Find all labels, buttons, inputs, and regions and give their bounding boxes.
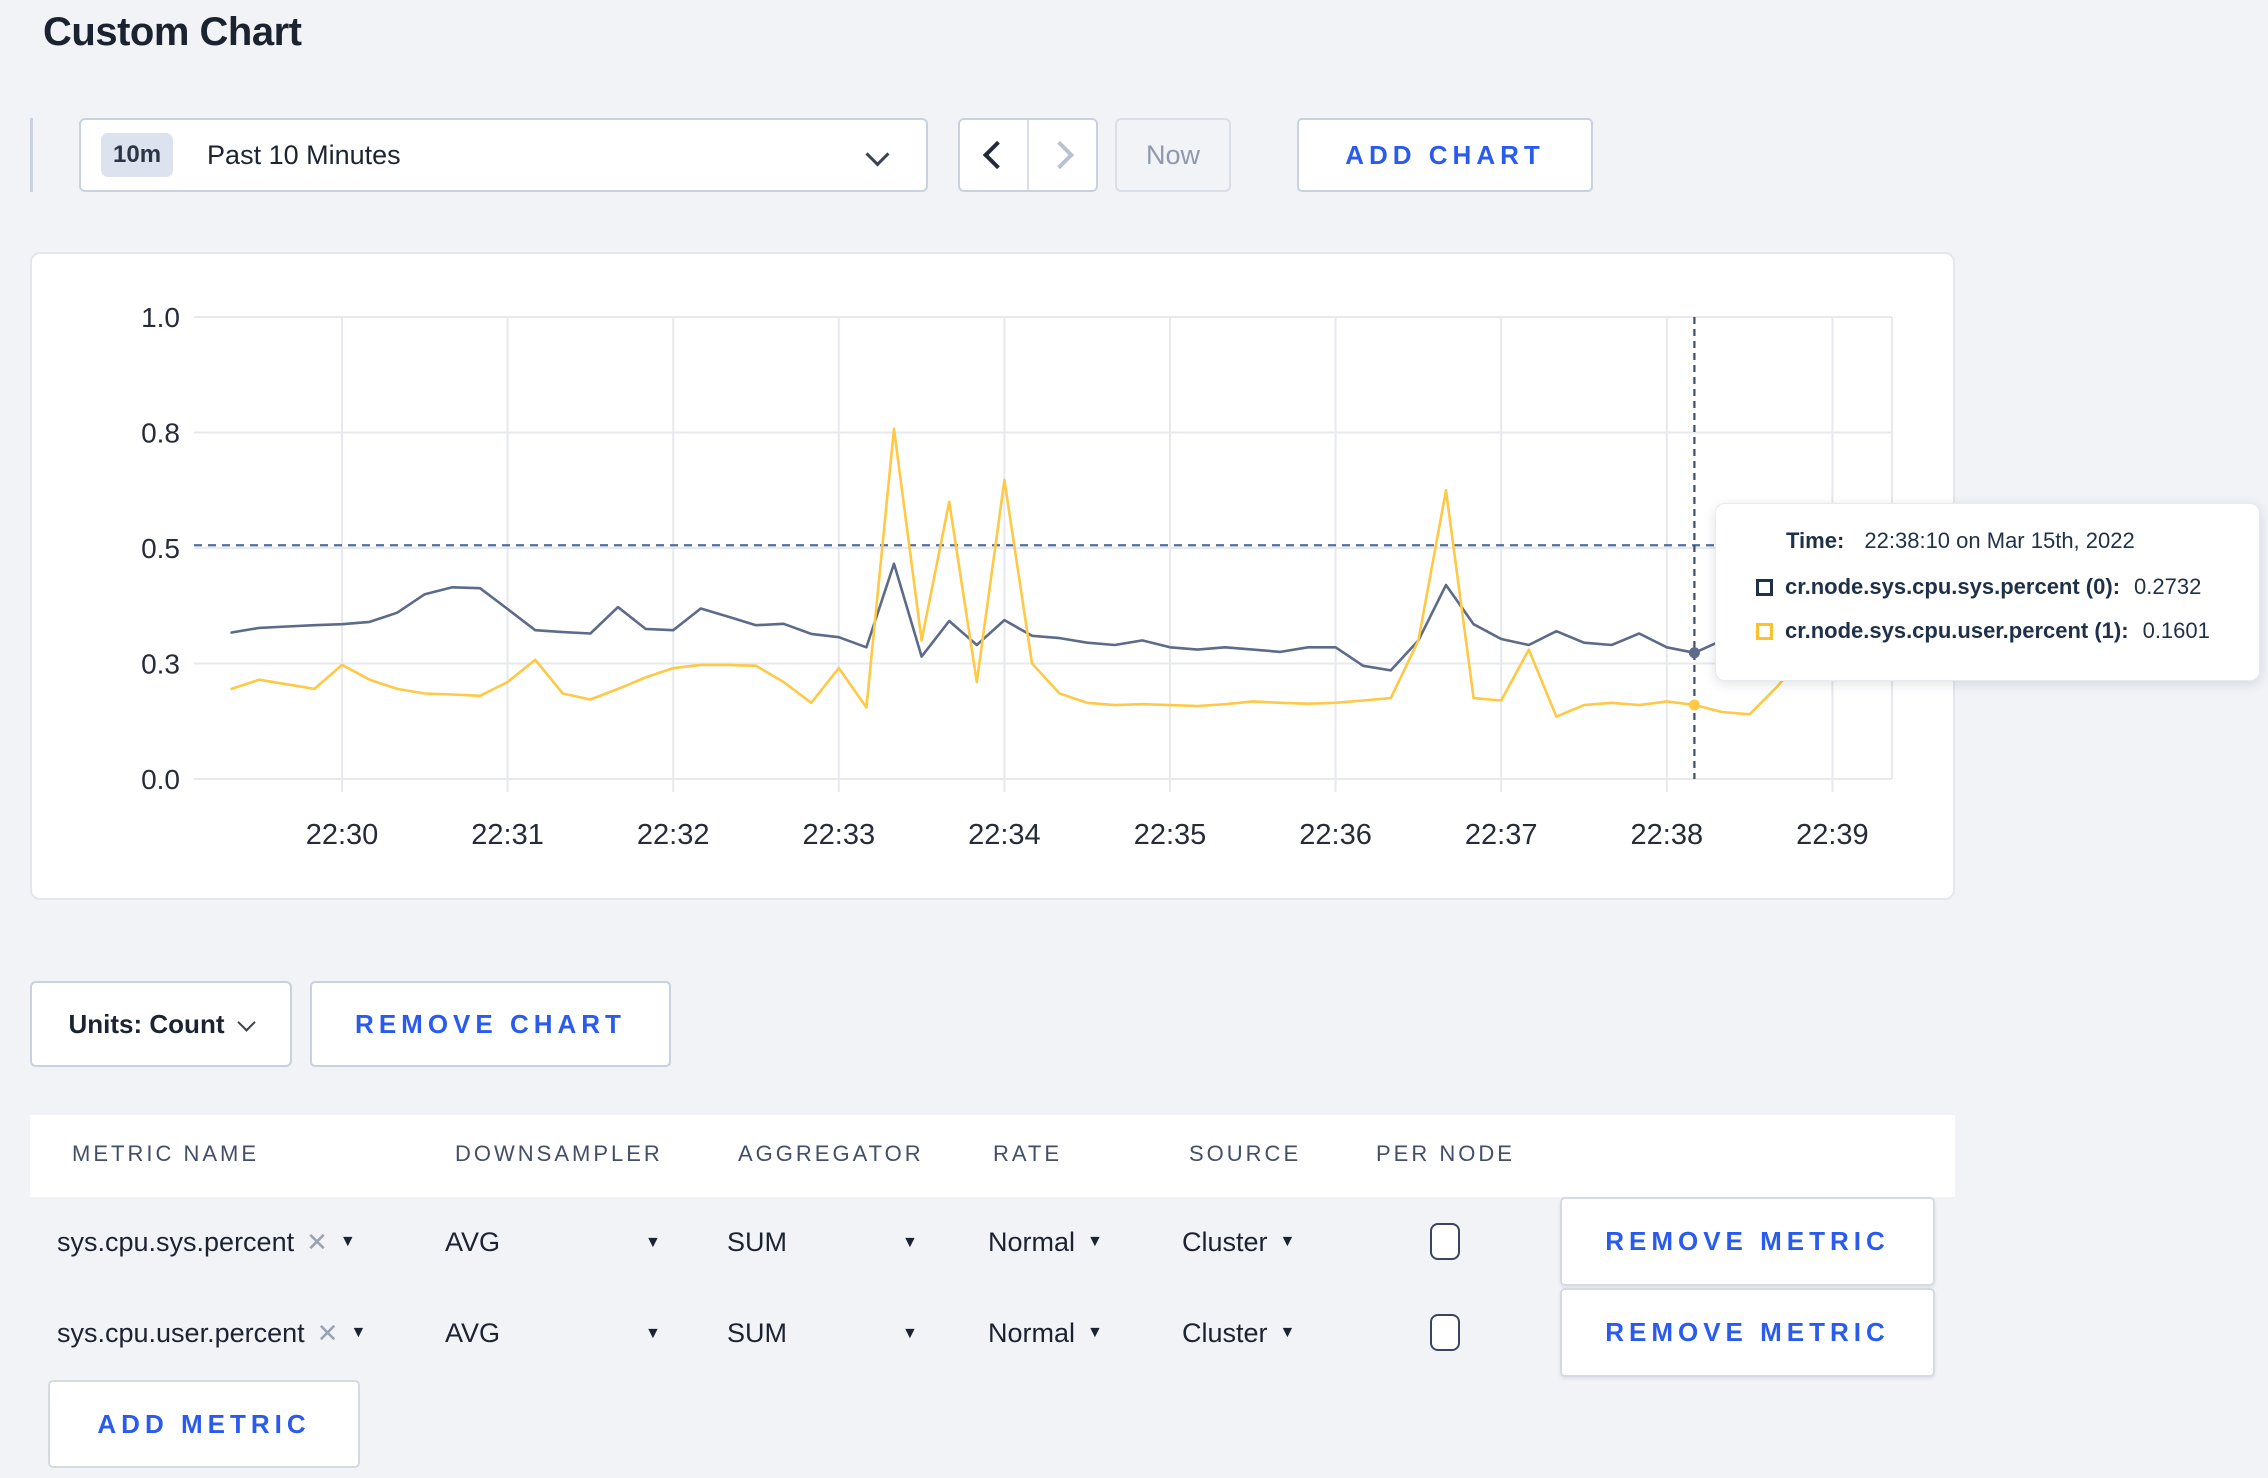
chevron-down-icon xyxy=(237,1012,257,1032)
clear-metric-icon[interactable]: ✕ xyxy=(317,1318,339,1349)
downsampler-select[interactable]: AVG xyxy=(445,1288,500,1378)
caret-down-icon: ▼ xyxy=(1087,1324,1103,1341)
toolbar-divider xyxy=(30,118,33,192)
col-header-source: SOURCE xyxy=(1189,1141,1302,1166)
chevron-down-icon xyxy=(865,142,890,167)
now-button[interactable]: Now xyxy=(1115,118,1231,192)
cursor-dot-0 xyxy=(1688,647,1700,659)
y-tick-label: 0.3 xyxy=(141,649,180,680)
downsampler-select[interactable]: AVG xyxy=(445,1197,500,1287)
y-tick-label: 1.0 xyxy=(141,302,180,333)
prev-time-button[interactable] xyxy=(960,120,1027,190)
per-node-checkbox[interactable] xyxy=(1430,1223,1460,1260)
next-time-button[interactable] xyxy=(1027,120,1096,190)
caret-down-icon: ▼ xyxy=(902,1234,918,1251)
chevron-right-icon xyxy=(1045,140,1074,170)
time-nav xyxy=(958,118,1098,192)
custom-chart-page: Custom Chart 10m Past 10 Minutes Now ADD… xyxy=(0,0,2268,1478)
page-title: Custom Chart xyxy=(43,10,302,54)
metric-name: sys.cpu.user.percent xyxy=(57,1317,305,1348)
tooltip-series-row: cr.node.sys.cpu.user.percent (1): 0.1601 xyxy=(1756,618,2239,644)
chart-plot[interactable]: 0.0 0.3 0.5 0.8 1.0 22:30 22:31 22:32 22:33 22:34… xyxy=(32,254,1953,898)
series-swatch-icon xyxy=(1756,622,1773,640)
metric-name: sys.cpu.sys.percent xyxy=(57,1226,295,1257)
x-tick-label: 22:31 xyxy=(471,819,544,851)
y-tick-label: 0.8 xyxy=(141,418,180,449)
x-tick-label: 22:37 xyxy=(1465,819,1538,851)
x-tick-label: 22:35 xyxy=(1134,819,1207,851)
source-select[interactable]: Cluster ▼ xyxy=(1182,1288,1295,1378)
series-swatch-icon xyxy=(1756,578,1773,596)
chart-card: 0.0 0.3 0.5 0.8 1.0 22:30 22:31 22:32 22:33 22:34… xyxy=(30,252,1955,900)
downsampler-value: AVG xyxy=(445,1226,501,1257)
col-header-rate: RATE xyxy=(993,1141,1063,1166)
tooltip-series-label: cr.node.sys.cpu.sys.percent (0): xyxy=(1785,574,2121,599)
downsampler-value: AVG xyxy=(445,1317,501,1348)
series-line-1 xyxy=(230,427,1889,718)
caret-down-icon: ▼ xyxy=(339,1233,356,1250)
metric-name-select[interactable]: sys.cpu.sys.percent ✕ ▼ xyxy=(57,1197,356,1287)
col-header-aggregator: AGGREGATOR xyxy=(738,1141,924,1166)
caret-down-icon: ▼ xyxy=(1279,1233,1296,1250)
units-label: Units: Count xyxy=(68,1008,225,1039)
y-tick-label: 0.5 xyxy=(141,533,180,564)
remove-metric-button[interactable]: REMOVE METRIC xyxy=(1560,1197,1935,1286)
tooltip-series-value: 0.2732 xyxy=(2134,574,2202,599)
col-header-metric-name: METRIC NAME xyxy=(72,1141,259,1166)
aggregator-select[interactable]: SUM xyxy=(727,1288,787,1378)
chart-tooltip: Time: 22:38:10 on Mar 15th, 2022 cr.node… xyxy=(1715,503,2260,681)
time-range-label: Past 10 Minutes xyxy=(207,139,401,170)
tooltip-time-label: Time: xyxy=(1786,528,1845,553)
clear-metric-icon[interactable]: ✕ xyxy=(306,1227,328,1258)
remove-chart-button[interactable]: REMOVE CHART xyxy=(310,981,671,1067)
rate-value: Normal xyxy=(988,1226,1076,1257)
metrics-table-header: METRIC NAME DOWNSAMPLER AGGREGATOR RATE … xyxy=(30,1115,1955,1197)
tooltip-series-row: cr.node.sys.cpu.sys.percent (0): 0.2732 xyxy=(1756,574,2239,600)
time-range-badge: 10m xyxy=(101,133,174,177)
x-tick-label: 22:39 xyxy=(1796,819,1869,851)
metric-name-select[interactable]: sys.cpu.user.percent ✕ ▼ xyxy=(57,1288,366,1378)
aggregator-value: SUM xyxy=(727,1317,787,1348)
aggregator-value: SUM xyxy=(727,1226,787,1257)
time-range-select[interactable]: 10m Past 10 Minutes xyxy=(79,118,928,192)
caret-down-icon: ▼ xyxy=(350,1324,367,1341)
rate-select[interactable]: Normal ▼ xyxy=(988,1197,1103,1287)
tooltip-time-row: Time: 22:38:10 on Mar 15th, 2022 xyxy=(1786,528,2239,554)
tooltip-time-value: 22:38:10 on Mar 15th, 2022 xyxy=(1864,528,2135,553)
aggregator-select[interactable]: SUM xyxy=(727,1197,787,1287)
x-tick-label: 22:34 xyxy=(968,819,1041,851)
rate-value: Normal xyxy=(988,1317,1076,1348)
add-metric-button[interactable]: ADD METRIC xyxy=(48,1380,360,1468)
x-tick-label: 22:33 xyxy=(803,819,876,851)
caret-down-icon: ▼ xyxy=(1087,1233,1103,1250)
caret-down-icon: ▼ xyxy=(1279,1324,1296,1341)
col-header-per-node: PER NODE xyxy=(1376,1141,1515,1166)
caret-down-icon: ▼ xyxy=(645,1325,661,1342)
series-line-0 xyxy=(230,562,1889,672)
tooltip-series-value: 0.1601 xyxy=(2142,618,2210,643)
cursor-dot-1 xyxy=(1688,699,1700,711)
x-tick-label: 22:32 xyxy=(637,819,710,851)
col-header-downsampler: DOWNSAMPLER xyxy=(455,1141,663,1166)
metric-row: sys.cpu.user.percent ✕ ▼ AVG ▼ SUM ▼ Nor… xyxy=(30,1288,1955,1378)
metric-row: sys.cpu.sys.percent ✕ ▼ AVG ▼ SUM ▼ Norm… xyxy=(30,1197,1955,1287)
x-tick-label: 22:36 xyxy=(1299,819,1372,851)
source-value: Cluster xyxy=(1182,1317,1268,1348)
y-tick-label: 0.0 xyxy=(141,764,180,795)
remove-metric-button[interactable]: REMOVE METRIC xyxy=(1560,1288,1935,1377)
tooltip-series-label: cr.node.sys.cpu.user.percent (1): xyxy=(1785,618,2129,643)
rate-select[interactable]: Normal ▼ xyxy=(988,1288,1103,1378)
caret-down-icon: ▼ xyxy=(645,1234,661,1251)
source-value: Cluster xyxy=(1182,1226,1268,1257)
add-chart-button[interactable]: ADD CHART xyxy=(1297,118,1593,192)
x-tick-label: 22:30 xyxy=(306,819,379,851)
caret-down-icon: ▼ xyxy=(902,1325,918,1342)
units-select[interactable]: Units: Count xyxy=(30,981,292,1067)
chevron-left-icon xyxy=(982,140,1011,170)
x-tick-label: 22:38 xyxy=(1631,819,1704,851)
source-select[interactable]: Cluster ▼ xyxy=(1182,1197,1295,1287)
per-node-checkbox[interactable] xyxy=(1430,1314,1460,1351)
